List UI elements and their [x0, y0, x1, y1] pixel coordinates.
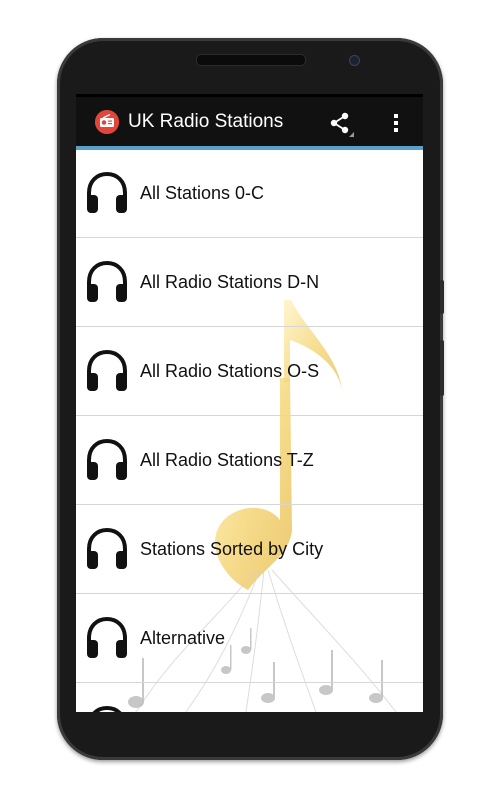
action-bar: UK Radio Stations: [76, 97, 423, 146]
overflow-menu-icon[interactable]: [387, 109, 405, 137]
list-item-stations-sorted-by-city[interactable]: Stations Sorted by City: [76, 506, 423, 594]
headphones-icon: [83, 436, 131, 484]
list-item-all-stations-0-c[interactable]: All Stations 0-C: [76, 150, 423, 238]
headphones-icon: [83, 258, 131, 306]
app-title: UK Radio Stations: [128, 111, 284, 132]
power-button: [440, 340, 444, 396]
headphones-icon: [83, 525, 131, 573]
list-item-all-radio-stations-t-z[interactable]: All Radio Stations T-Z: [76, 417, 423, 505]
list-item-label: All Radio Stations T-Z: [140, 450, 314, 470]
list-item-label: Stations Sorted by City: [140, 539, 324, 559]
front-camera: [349, 55, 360, 66]
volume-button: [440, 280, 444, 314]
share-icon[interactable]: [327, 110, 355, 138]
list-item-label: Alternative: [140, 628, 226, 648]
headphones-icon: [83, 703, 131, 712]
station-category-list: All Stations 0-C All Radio Stations D-N …: [76, 150, 423, 712]
list-item-label: All Radio Stations O-S: [140, 361, 320, 381]
list-item-alternative[interactable]: Alternative: [76, 595, 423, 683]
app-screen: UK Radio Stations All Stations 0-C All R…: [76, 94, 423, 712]
list-item-label: All Stations 0-C: [140, 183, 265, 203]
list-item-partial[interactable]: [76, 684, 423, 712]
headphones-icon: [83, 347, 131, 395]
earpiece-speaker: [196, 54, 306, 66]
list-item-label: All Radio Stations D-N: [140, 272, 320, 292]
list-item-all-radio-stations-o-s[interactable]: All Radio Stations O-S: [76, 328, 423, 416]
headphones-icon: [83, 169, 131, 217]
list-item-all-radio-stations-d-n[interactable]: All Radio Stations D-N: [76, 239, 423, 327]
headphones-icon: [83, 614, 131, 662]
radio-icon[interactable]: [95, 110, 119, 134]
